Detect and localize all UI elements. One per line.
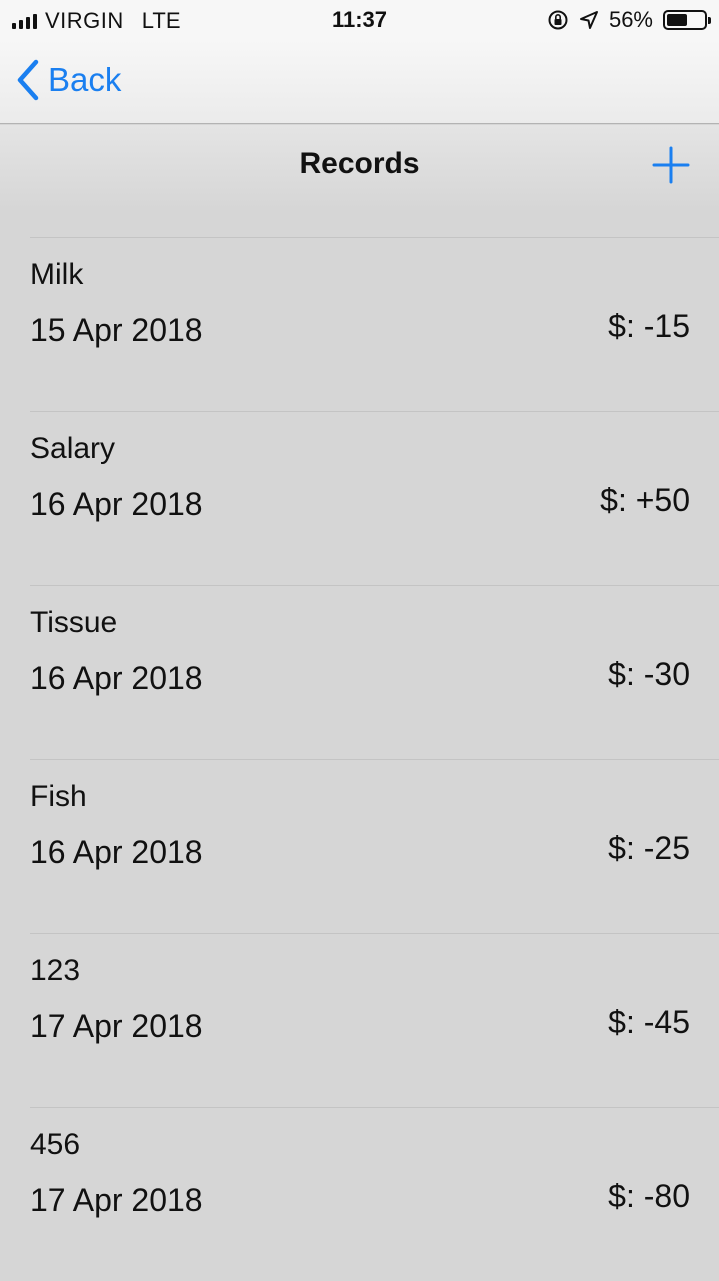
list-item[interactable]: Milk 15 Apr 2018 $: -15 <box>30 237 719 411</box>
back-button[interactable]: Back <box>16 58 121 102</box>
back-label: Back <box>48 61 122 98</box>
list-item[interactable]: Tissue 16 Apr 2018 $: -30 <box>30 585 719 759</box>
battery-icon <box>663 10 711 30</box>
status-bar: VIRGIN LTE 11:37 56% <box>0 0 719 40</box>
status-right: 56% <box>547 7 711 33</box>
record-title: 123 <box>30 954 81 987</box>
record-date: 17 Apr 2018 <box>30 1182 203 1218</box>
rotation-lock-icon <box>548 10 568 30</box>
record-amount: $: -45 <box>608 1004 690 1040</box>
list-item[interactable]: 456 17 Apr 2018 $: -80 <box>30 1107 719 1281</box>
plus-icon <box>652 146 690 184</box>
list-item[interactable]: Fish 16 Apr 2018 $: -25 <box>30 759 719 933</box>
location-arrow-icon <box>579 11 598 29</box>
list-item[interactable]: Salary 16 Apr 2018 $: +50 <box>30 411 719 585</box>
page-title: Records <box>299 147 420 180</box>
chevron-left-icon <box>17 59 39 101</box>
list-item[interactable]: 123 17 Apr 2018 $: -45 <box>30 933 719 1107</box>
record-date: 16 Apr 2018 <box>30 486 203 522</box>
record-amount: $: +50 <box>600 482 690 518</box>
record-date: 16 Apr 2018 <box>30 834 203 870</box>
record-title: Salary <box>30 432 116 465</box>
record-title: 456 <box>30 1128 81 1161</box>
battery-percent: 56% <box>608 7 653 32</box>
records-header: Records <box>0 125 719 209</box>
record-title: Fish <box>30 780 87 813</box>
records-list: Milk 15 Apr 2018 $: -15 Salary 16 Apr 2018 $:… <box>0 237 719 1281</box>
record-amount: $: -80 <box>608 1178 690 1214</box>
record-date: 16 Apr 2018 <box>30 660 203 696</box>
battery-fill <box>667 14 688 26</box>
add-record-button[interactable] <box>651 145 691 185</box>
navigation-bar: Back <box>0 40 719 124</box>
record-amount: $: -15 <box>608 308 690 344</box>
record-date: 15 Apr 2018 <box>30 312 203 348</box>
record-date: 17 Apr 2018 <box>30 1008 203 1044</box>
record-amount: $: -30 <box>608 656 690 692</box>
battery-tip <box>708 17 711 24</box>
record-title: Tissue <box>30 606 118 639</box>
record-title: Milk <box>30 258 84 291</box>
record-amount: $: -25 <box>608 830 690 866</box>
